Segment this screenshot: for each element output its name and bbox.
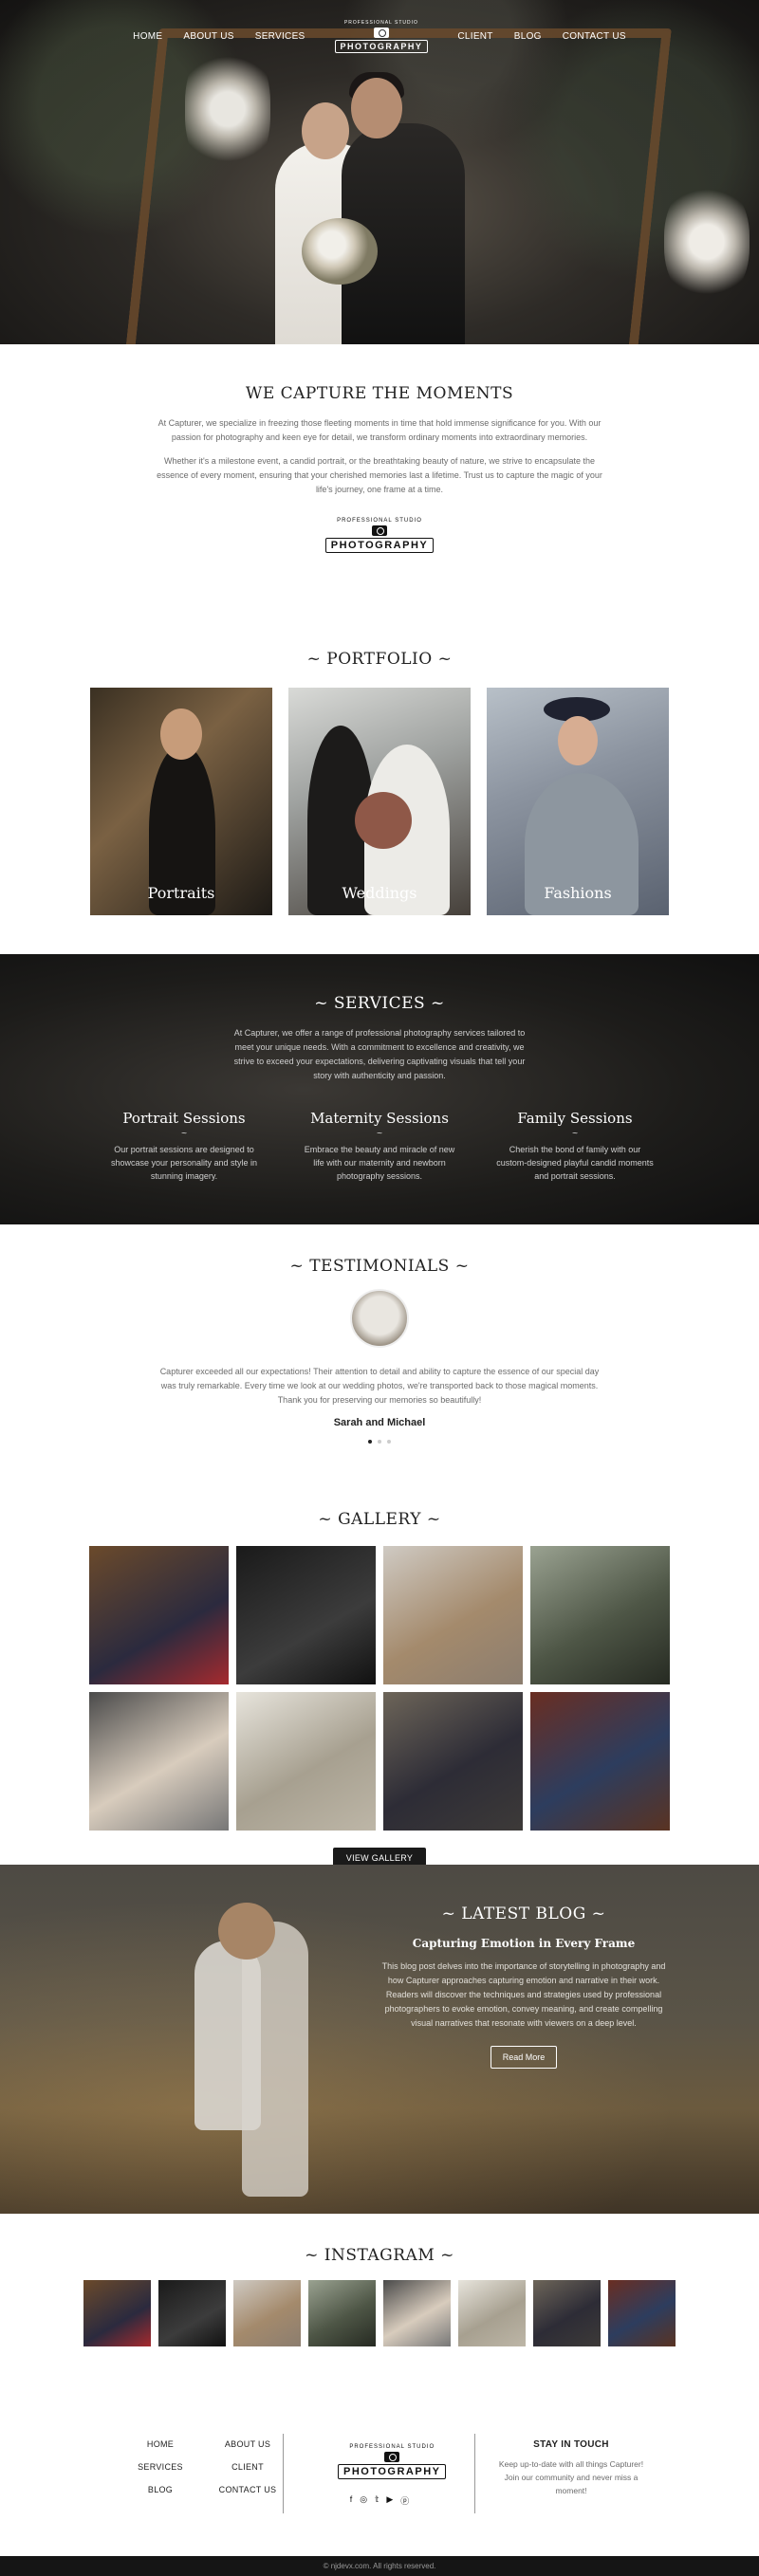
testimonials-title: ~ TESTIMONIALS ~ [289,1257,470,1276]
service-name: Maternity Sessions [310,1110,449,1127]
instagram-image[interactable] [308,2280,376,2346]
gallery-image[interactable] [236,1692,376,1831]
footer-link-blog[interactable]: BLOG [108,2485,213,2494]
carousel-dot[interactable] [378,1440,381,1444]
about-title: WE CAPTURE THE MOMENTS [245,384,514,403]
footer-link-services[interactable]: SERVICES [108,2462,213,2472]
testimonial-quote: Capturer exceeded all our expectations! … [159,1367,600,1405]
camera-icon [373,27,389,38]
portfolio-label: Weddings [342,884,417,902]
gallery-title: ~ GALLERY ~ [318,1510,441,1529]
main-nav: HOME ABOUT US SERVICES PROFESSIONAL STUD… [0,0,759,72]
blog-section-title: ~ LATEST BLOG ~ [441,1904,606,1923]
portfolio-card-weddings[interactable]: Weddings [288,688,471,915]
footer-divider [283,2434,284,2513]
service-portrait-sessions: Portrait Sessions ~ Our portrait session… [103,1110,265,1183]
social-links: f ◎ 𝕥 ▶ ⓟ [338,2494,421,2507]
portfolio-label: Fashions [544,884,612,902]
gallery-image[interactable] [89,1546,229,1684]
footer-link-client[interactable]: CLIENT [213,2462,283,2472]
portfolio-title: ~ PORTFOLIO ~ [306,650,453,669]
testimonial-avatar [350,1289,409,1348]
gallery-image[interactable] [236,1546,376,1684]
service-description: Cherish the bond of family with our cust… [496,1145,654,1181]
services-title: ~ SERVICES ~ [314,994,445,1013]
footer-divider [474,2434,475,2513]
portfolio-card-fashions[interactable]: Fashions [487,688,669,915]
instagram-section: ~ INSTAGRAM ~ [0,2246,759,2346]
gallery-image[interactable] [530,1546,670,1684]
twitter-icon[interactable]: 𝕥 [375,2494,379,2507]
services-intro: At Capturer, we offer a range of profess… [233,1028,526,1080]
instagram-image[interactable] [608,2280,676,2346]
footer-link-contact-us[interactable]: CONTACT US [213,2485,283,2494]
testimonial-author: Sarah and Michael [333,1417,426,1428]
instagram-icon[interactable]: ◎ [360,2494,367,2507]
instagram-image[interactable] [533,2280,601,2346]
blog-section: ~ LATEST BLOG ~ Capturing Emotion in Eve… [0,1865,759,2214]
footer-link-home[interactable]: HOME [108,2439,213,2449]
about-logo: PROFESSIONAL STUDIO PHOTOGRAPHY [324,518,435,553]
stay-in-touch-title: STAY IN TOUCH [533,2439,609,2450]
blog-post-title[interactable]: Capturing Emotion in Every Frame [377,1937,671,1950]
service-name: Portrait Sessions [122,1110,246,1127]
gallery-image[interactable] [530,1692,670,1831]
site-logo[interactable]: PROFESSIONAL STUDIO PHOTOGRAPHY [334,20,429,53]
portfolio-section: ~ PORTFOLIO ~ Portraits Weddings Fashion… [0,650,759,915]
footer-nav: HOME ABOUT US SERVICES CLIENT BLOG CONTA… [108,2439,283,2494]
stay-in-touch: STAY IN TOUCH Keep up-to-date with all t… [495,2439,647,2497]
camera-icon [371,525,387,536]
service-name: Family Sessions [517,1110,633,1127]
service-family-sessions: Family Sessions ~ Cherish the bond of fa… [494,1110,656,1183]
services-section: ~ SERVICES ~ At Capturer, we offer a ran… [0,954,759,1224]
gallery-image[interactable] [383,1546,523,1684]
facebook-icon[interactable]: f [350,2494,353,2507]
read-more-button[interactable]: Read More [490,2046,558,2069]
instagram-image[interactable] [158,2280,226,2346]
nav-blog[interactable]: BLOG [514,31,542,42]
instagram-image[interactable] [383,2280,451,2346]
service-description: Embrace the beauty and miracle of new li… [304,1145,455,1181]
gallery-image[interactable] [89,1692,229,1831]
stay-in-touch-text: Keep up-to-date with all things Capturer… [498,2459,644,2495]
footer-logo[interactable]: PROFESSIONAL STUDIO PHOTOGRAPHY [338,2444,447,2479]
testimonials-section: ~ TESTIMONIALS ~ Capturer exceeded all o… [0,1257,759,1444]
nav-home[interactable]: HOME [133,31,162,42]
service-description: Our portrait sessions are designed to sh… [110,1145,258,1181]
about-paragraph: Whether it's a milestone event, a candid… [157,456,602,494]
camera-icon [384,2452,400,2462]
carousel-dot[interactable] [368,1440,372,1444]
footer-link-about-us[interactable]: ABOUT US [213,2439,283,2449]
gallery-image[interactable] [383,1692,523,1831]
blog-excerpt: This blog post delves into the importanc… [381,1961,666,2028]
pinterest-icon[interactable]: ⓟ [400,2494,409,2507]
gallery-section: ~ GALLERY ~ VIEW GALLERY [0,1510,759,1868]
instagram-image[interactable] [83,2280,151,2346]
carousel-dots [0,1440,759,1444]
hero-banner: HOME ABOUT US SERVICES PROFESSIONAL STUD… [0,0,759,344]
copyright-bar: © njdevx.com. All rights reserved. [0,2556,759,2576]
nav-services[interactable]: SERVICES [255,31,305,42]
portfolio-label: Portraits [147,884,215,902]
nav-contact-us[interactable]: CONTACT US [563,31,626,42]
youtube-icon[interactable]: ▶ [386,2494,393,2507]
instagram-image[interactable] [233,2280,301,2346]
nav-about-us[interactable]: ABOUT US [183,31,233,42]
portfolio-card-portraits[interactable]: Portraits [90,688,272,915]
carousel-dot[interactable] [387,1440,391,1444]
service-maternity-sessions: Maternity Sessions ~ Embrace the beauty … [299,1110,460,1183]
instagram-image[interactable] [458,2280,526,2346]
instagram-title: ~ INSTAGRAM ~ [305,2246,454,2265]
site-footer: HOME ABOUT US SERVICES CLIENT BLOG CONTA… [0,2419,759,2556]
about-paragraph: At Capturer, we specialize in freezing t… [157,418,602,442]
nav-client[interactable]: CLIENT [457,31,492,42]
